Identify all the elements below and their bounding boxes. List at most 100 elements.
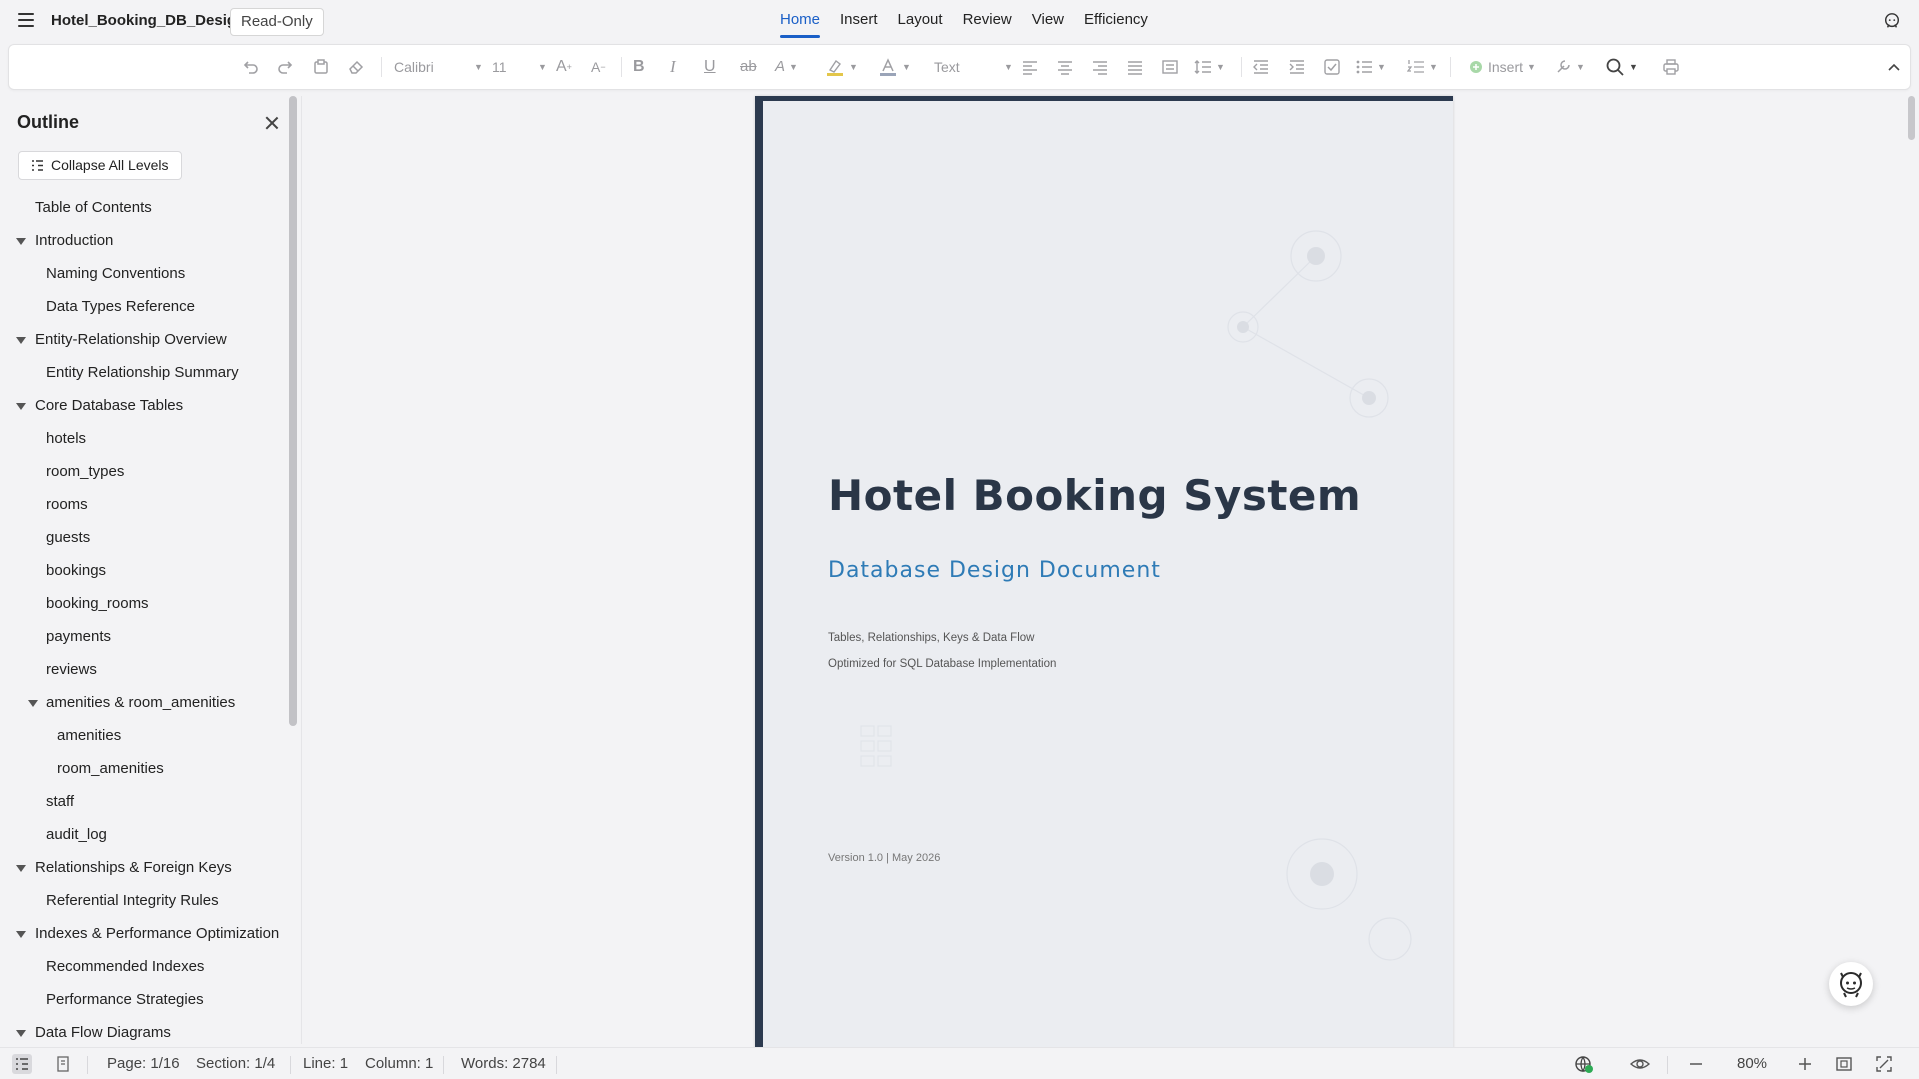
read-mode-icon[interactable] [1629, 1054, 1651, 1074]
align-center-icon[interactable] [1056, 56, 1074, 78]
outline-item[interactable]: bookings [0, 554, 290, 587]
eraser-icon[interactable] [347, 56, 365, 78]
text-effect-icon[interactable]: A ▼ [775, 56, 798, 78]
outline-item[interactable]: Relationships & Foreign Keys [0, 851, 290, 884]
expand-triangle-icon[interactable] [16, 337, 26, 344]
collapse-all-levels-button[interactable]: Collapse All Levels [18, 151, 182, 180]
page-indicator[interactable]: Page: 1/16 [107, 1055, 180, 1072]
outline-item[interactable]: booking_rooms [0, 587, 290, 620]
zoom-level[interactable]: 80% [1737, 1055, 1767, 1072]
tools-icon[interactable]: ▼ [1554, 56, 1585, 78]
strikethrough-icon[interactable]: ab [740, 56, 757, 78]
align-left-icon[interactable] [1021, 56, 1039, 78]
assistant-icon[interactable] [1883, 12, 1901, 30]
underline-icon[interactable]: U [704, 56, 716, 78]
ai-assistant-button[interactable] [1829, 962, 1873, 1006]
font-size-select[interactable]: 11 ▼ [492, 56, 548, 78]
grow-font-icon[interactable]: A + [556, 56, 572, 78]
outline-item[interactable]: Data Flow Diagrams [0, 1016, 290, 1044]
outline-item[interactable]: Indexes & Performance Optimization [0, 917, 290, 950]
outline-item[interactable]: room_types [0, 455, 290, 488]
decrease-indent-icon[interactable] [1252, 56, 1270, 78]
search-icon[interactable]: ▼ [1605, 56, 1638, 78]
outline-item[interactable]: amenities & room_amenities [0, 686, 290, 719]
outline-item-label: Performance Strategies [46, 991, 204, 1008]
style-select[interactable]: Text ▼ [934, 56, 1014, 78]
font-color-icon[interactable]: ▼ [878, 56, 911, 78]
tab-efficiency[interactable]: Efficiency [1074, 0, 1158, 42]
outline-item[interactable]: reviews [0, 653, 290, 686]
outline-item-label: Data Types Reference [46, 298, 195, 315]
insert-menu-button[interactable]: Insert ▼ [1469, 56, 1536, 78]
fullscreen-icon[interactable] [1874, 1054, 1894, 1074]
outline-item[interactable]: Performance Strategies [0, 983, 290, 1016]
outline-item[interactable]: Referential Integrity Rules [0, 884, 290, 917]
checkbox-icon[interactable] [1323, 56, 1341, 78]
word-count[interactable]: Words: 2784 [461, 1055, 546, 1072]
tab-insert[interactable]: Insert [830, 0, 888, 42]
tab-view[interactable]: View [1022, 0, 1074, 42]
outline-item[interactable]: rooms [0, 488, 290, 521]
outline-item[interactable]: audit_log [0, 818, 290, 851]
outline-item[interactable]: Table of Contents [0, 191, 290, 224]
cover-title: Hotel Booking System [828, 471, 1362, 520]
page-view-icon[interactable] [53, 1054, 73, 1074]
outline-item[interactable]: Data Types Reference [0, 290, 290, 323]
document-scrollbar[interactable] [1908, 96, 1915, 140]
outline-item[interactable]: Core Database Tables [0, 389, 290, 422]
fit-page-icon[interactable] [1834, 1054, 1854, 1074]
tab-home[interactable]: Home [770, 0, 830, 42]
expand-triangle-icon[interactable] [16, 865, 26, 872]
outline-item[interactable]: Entity-Relationship Overview [0, 323, 290, 356]
outline-item-label: Referential Integrity Rules [46, 892, 219, 909]
outline-item[interactable]: Naming Conventions [0, 257, 290, 290]
chevron-down-icon: ▼ [1004, 62, 1013, 72]
expand-triangle-icon[interactable] [16, 931, 26, 938]
tab-layout[interactable]: Layout [888, 0, 953, 42]
outline-item[interactable]: room_amenities [0, 752, 290, 785]
bullets-icon[interactable]: ▼ [1355, 56, 1386, 78]
outline-toggle-icon[interactable] [12, 1054, 32, 1074]
justify-icon[interactable] [1126, 56, 1144, 78]
status-separator [87, 1056, 88, 1074]
highlight-icon[interactable]: ▼ [825, 56, 858, 78]
undo-icon[interactable] [241, 56, 259, 78]
outline-item[interactable]: payments [0, 620, 290, 653]
numbering-icon[interactable]: ▼ [1407, 56, 1438, 78]
shrink-font-icon[interactable]: A − [591, 56, 606, 78]
hamburger-menu-icon[interactable] [18, 13, 34, 27]
assistant-icon [1840, 972, 1862, 998]
read-only-badge[interactable]: Read-Only [230, 8, 324, 36]
close-icon[interactable] [263, 114, 281, 132]
tab-review[interactable]: Review [953, 0, 1022, 42]
outline-item[interactable]: staff [0, 785, 290, 818]
italic-icon[interactable]: I [670, 56, 676, 78]
outline-item[interactable]: Introduction [0, 224, 290, 257]
cloud-sync-icon[interactable] [1574, 1054, 1594, 1074]
zoom-out-icon[interactable] [1686, 1054, 1706, 1074]
print-icon[interactable] [1662, 56, 1680, 78]
expand-triangle-icon[interactable] [16, 1030, 26, 1037]
increase-indent-icon[interactable] [1288, 56, 1306, 78]
outline-item[interactable]: hotels [0, 422, 290, 455]
bold-icon[interactable]: B [633, 56, 645, 78]
style-value: Text [934, 59, 960, 75]
distributed-icon[interactable] [1161, 56, 1179, 78]
outline-item[interactable]: guests [0, 521, 290, 554]
outline-item[interactable]: Entity Relationship Summary [0, 356, 290, 389]
outline-item[interactable]: Recommended Indexes [0, 950, 290, 983]
toolbar-separator [1450, 57, 1451, 77]
format-painter-icon[interactable] [312, 56, 330, 78]
outline-item[interactable]: amenities [0, 719, 290, 752]
outline-scrollbar[interactable] [289, 96, 297, 726]
expand-triangle-icon[interactable] [16, 403, 26, 410]
insert-label: Insert [1488, 59, 1524, 75]
expand-triangle-icon[interactable] [16, 238, 26, 245]
collapse-toolbar-icon[interactable] [1887, 56, 1901, 78]
font-name-select[interactable]: Calibri ▼ [394, 56, 484, 78]
line-spacing-icon[interactable]: ▼ [1194, 56, 1225, 78]
zoom-in-icon[interactable] [1795, 1054, 1815, 1074]
expand-triangle-icon[interactable] [28, 700, 38, 707]
redo-icon[interactable] [277, 56, 295, 78]
align-right-icon[interactable] [1091, 56, 1109, 78]
